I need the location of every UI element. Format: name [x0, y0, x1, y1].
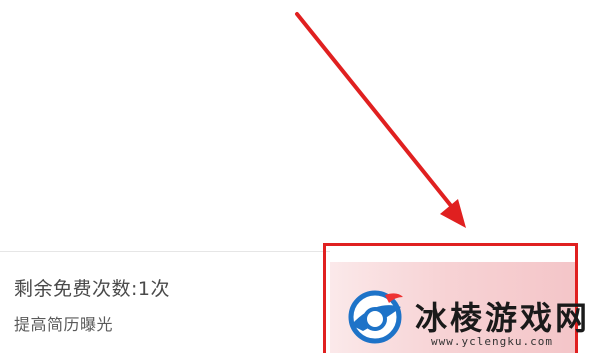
watermark-site-url: www.yclengku.com: [431, 335, 553, 348]
remaining-free-count-label: 剩余免费次数:1次: [14, 278, 170, 300]
watermark-site-name: 冰棱游戏网: [415, 299, 591, 337]
watermark-logo-icon: [348, 290, 403, 344]
boost-resume-exposure-label: 提高简历曝光: [14, 315, 114, 334]
site-watermark: 冰棱游戏网 www.yclengku.com: [345, 287, 597, 349]
divider: [0, 251, 330, 252]
